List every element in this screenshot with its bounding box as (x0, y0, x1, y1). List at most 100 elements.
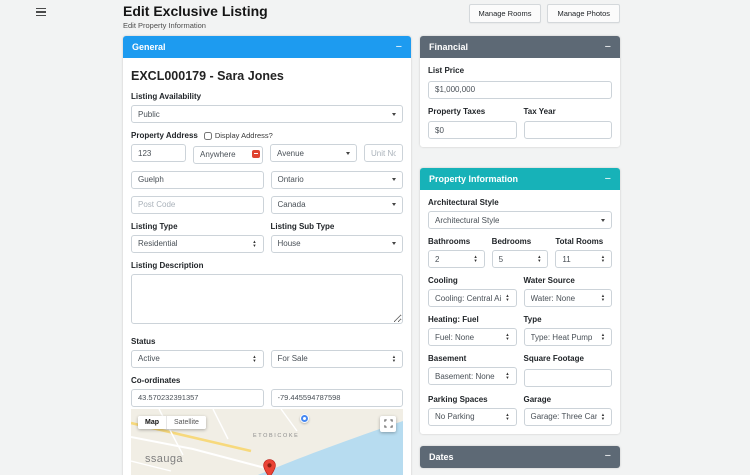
listing-type-row: Listing Type Residential ▲ ▼ Listing Sub … (131, 222, 403, 253)
dates-panel-title: Dates (429, 451, 454, 462)
select-arrows-icon: ▲ ▼ (473, 254, 478, 263)
heating-fuel-field: Heating: Fuel Fuel: None ▲ ▼ (428, 315, 517, 346)
general-panel-body: EXCL000179 - Sara Jones Listing Availabi… (123, 58, 411, 475)
display-address-checkbox[interactable] (203, 131, 212, 140)
listing-availability-select[interactable]: Public (131, 105, 403, 123)
map-city-label: ssauga (145, 452, 183, 465)
chevron-down-icon (392, 203, 396, 206)
select-arrows-icon: ▲ ▼ (505, 411, 510, 421)
fullscreen-button[interactable] (380, 415, 396, 432)
country-select[interactable]: Canada (270, 195, 403, 214)
select-arrows-icon: ▲ ▼ (600, 254, 606, 263)
financial-panel-body: List Price Property Taxes Tax Year (420, 58, 620, 147)
total-rooms-field: Total Rooms 11 ▲ ▼ (555, 237, 613, 268)
listing-description-textarea[interactable] (131, 273, 403, 324)
list-price-label: List Price (428, 66, 465, 75)
property-taxes-label: Property Taxes (428, 106, 486, 116)
property-taxes-input[interactable] (428, 121, 517, 139)
property-information-panel: Property Information − Architectural Sty… (420, 168, 620, 434)
select-arrows-icon: ▲ ▼ (600, 293, 605, 302)
water-source-label: Water Source (523, 276, 575, 285)
list-price-input[interactable] (428, 80, 612, 99)
display-address-label: Display Address? (214, 131, 273, 140)
unit-no-input[interactable] (364, 144, 403, 162)
listing-type-select[interactable]: Residential ▲ ▼ (131, 234, 264, 253)
architectural-style-field: Architectural Style Architectural Style (428, 198, 612, 229)
select-arrows-icon: ▲ ▼ (600, 332, 605, 341)
address-row-2: Ontario (131, 170, 403, 189)
cooling-water-row: Cooling Cooling: Central Air ▲ ▼ Water So… (428, 276, 612, 307)
listing-heading: EXCL000179 - Sara Jones (131, 69, 284, 83)
chevron-down-icon (601, 218, 605, 222)
sale-status-select[interactable]: For Sale ▲ ▼ (270, 349, 403, 368)
manage-photos-button[interactable]: Manage Photos (547, 4, 620, 23)
architectural-style-label: Architectural Style (428, 198, 499, 207)
basement-select[interactable]: Basement: None ▲ ▼ (428, 367, 517, 385)
satellite-view-button[interactable]: Satellite (167, 415, 206, 429)
street-type-select[interactable]: Avenue (270, 144, 357, 162)
collapse-icon[interactable]: − (605, 173, 611, 185)
heating-fuel-label: Heating: Fuel (428, 315, 479, 324)
transit-station-icon[interactable] (300, 413, 309, 423)
basement-sqft-row: Basement Basement: None ▲ ▼ Square Footag… (428, 354, 612, 387)
bathrooms-select[interactable]: 2 ▲ ▼ (428, 250, 485, 268)
listing-sub-type-label: Listing Sub Type (270, 221, 335, 231)
general-panel-header[interactable]: General − (123, 36, 411, 58)
list-price-field: List Price (428, 66, 612, 99)
street-number-input[interactable] (131, 144, 186, 162)
page-title: Edit Exclusive Listing (123, 3, 268, 19)
cooling-select[interactable]: Cooling: Central Air ▲ ▼ (428, 289, 517, 307)
listing-sub-type-select[interactable]: House (270, 234, 403, 253)
water-source-select[interactable]: Water: None ▲ ▼ (523, 289, 612, 307)
map-view-button[interactable]: Map (138, 415, 166, 429)
bedrooms-label: Bedrooms (491, 237, 532, 246)
basement-field: Basement Basement: None ▲ ▼ (428, 354, 517, 387)
architectural-style-select[interactable]: Architectural Style (428, 211, 612, 229)
tax-year-input[interactable] (523, 121, 612, 139)
parking-spaces-select[interactable]: No Parking ▲ ▼ (428, 407, 517, 426)
city-input[interactable] (131, 170, 264, 189)
listing-description-field: Listing Description (131, 261, 403, 329)
financial-panel-header[interactable]: Financial − (420, 36, 620, 58)
general-panel-title: General (132, 42, 166, 52)
collapse-icon[interactable]: − (605, 41, 611, 53)
spellcheck-extension-icon (252, 149, 260, 158)
square-footage-input[interactable] (523, 368, 612, 387)
collapse-icon[interactable]: − (396, 41, 402, 53)
post-code-input[interactable] (131, 195, 264, 214)
parking-spaces-field: Parking Spaces No Parking ▲ ▼ (428, 395, 517, 426)
bathrooms-label: Bathrooms (428, 237, 471, 246)
garage-select[interactable]: Garage: Three Car, Atta ▲▼ (523, 407, 612, 426)
street-name-wrap (193, 144, 263, 164)
bedrooms-select[interactable]: 5 ▲ ▼ (491, 250, 549, 268)
listing-sub-type-field: Listing Sub Type House (270, 221, 403, 253)
garage-field: Garage Garage: Three Car, Atta ▲▼ (523, 394, 612, 426)
map-pin-icon[interactable] (263, 458, 276, 475)
page-subtitle: Edit Property Information (123, 21, 206, 30)
cooling-field: Cooling Cooling: Central Air ▲ ▼ (428, 276, 517, 307)
manage-rooms-button[interactable]: Manage Rooms (468, 4, 542, 23)
map[interactable]: ssauga ETOBICOKE COOKSVILLE Map Satellit… (131, 408, 403, 475)
header-actions: Manage Rooms Manage Photos (468, 4, 620, 23)
status-select[interactable]: Active ▲ ▼ (131, 349, 264, 368)
province-select[interactable]: Ontario (270, 170, 403, 189)
menu-icon[interactable] (36, 8, 46, 16)
page: Edit Exclusive Listing Edit Property Inf… (0, 0, 750, 475)
garage-label: Garage (523, 394, 552, 404)
address-row-3: Canada (131, 195, 403, 214)
coordinates-label: Co-ordinates (131, 375, 181, 385)
heating-type-select[interactable]: Type: Heat Pump ▲ ▼ (523, 328, 612, 346)
total-rooms-select[interactable]: 11 ▲ ▼ (555, 250, 613, 268)
property-taxes-field: Property Taxes (428, 106, 517, 139)
heating-fuel-select[interactable]: Fuel: None ▲ ▼ (428, 328, 517, 346)
dates-panel-header[interactable]: Dates − (420, 445, 620, 468)
chevron-down-icon (392, 112, 396, 116)
collapse-icon[interactable]: − (605, 451, 611, 462)
longitude-input[interactable] (270, 388, 403, 407)
property-information-panel-header[interactable]: Property Information − (420, 168, 620, 190)
heating-type-field: Type Type: Heat Pump ▲ ▼ (523, 315, 612, 346)
water-source-field: Water Source Water: None ▲ ▼ (523, 276, 612, 307)
latitude-input[interactable] (131, 388, 264, 407)
heating-row: Heating: Fuel Fuel: None ▲ ▼ Type Type: H… (428, 315, 612, 346)
general-column: General − EXCL000179 - Sara Jones Listin… (123, 36, 411, 475)
